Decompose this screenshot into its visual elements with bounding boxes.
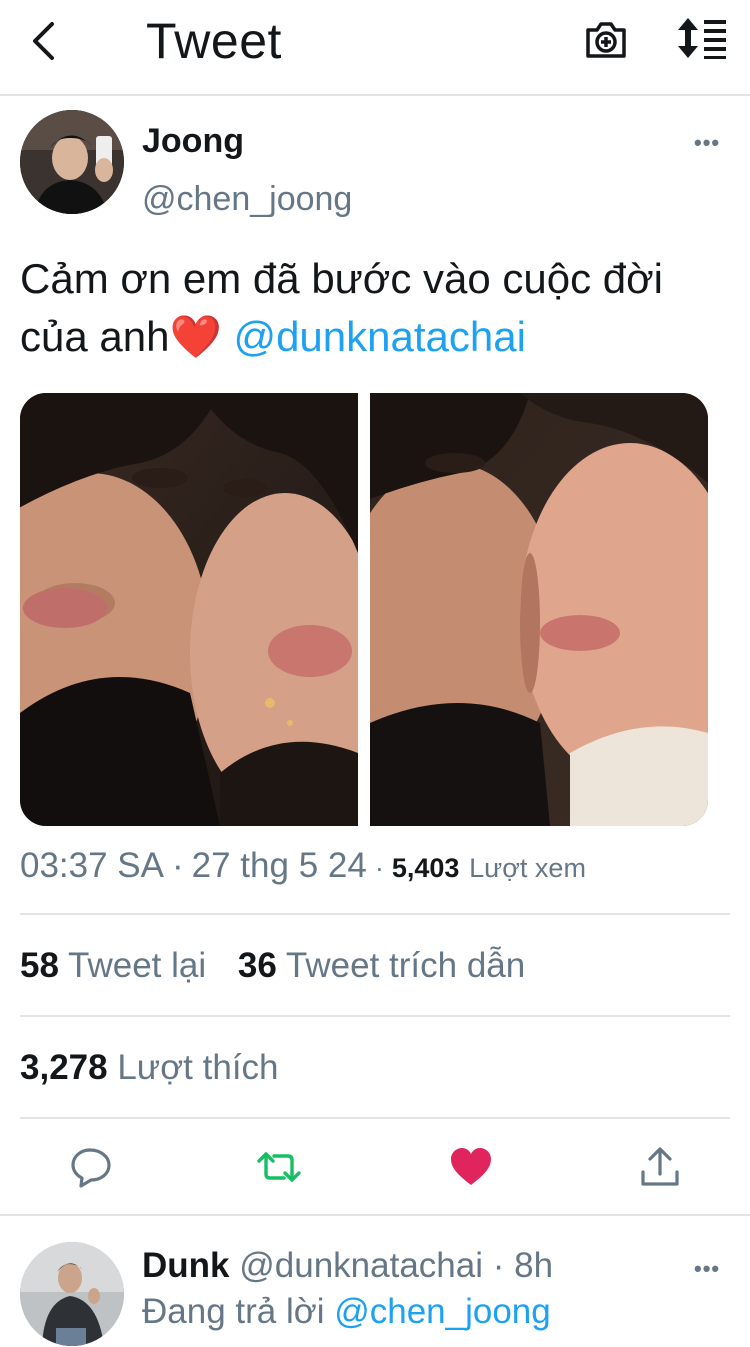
replying-to-line: Đang trả lời @chen_joong xyxy=(142,1292,551,1332)
like-button[interactable] xyxy=(448,1144,494,1190)
quotes-count: 36 xyxy=(237,946,277,985)
meta-separator-1: · xyxy=(172,846,184,885)
reply-separator: · xyxy=(492,1246,505,1285)
avatar-photo xyxy=(20,110,124,214)
views-label: Lượt xem xyxy=(469,853,586,883)
red-heart-emoji: ❤️ xyxy=(169,313,222,360)
retweets-count: 58 xyxy=(20,946,59,985)
tweet-meta: 03:37 SA · 27 thg 5 24 · 5,403 Lượt xem xyxy=(20,846,586,886)
meta-separator-2: · xyxy=(374,853,384,883)
reply-age: 8h xyxy=(514,1246,554,1285)
reply-bubble-icon xyxy=(71,1148,111,1188)
share-icon xyxy=(641,1147,679,1186)
tweet-photo-1[interactable] xyxy=(20,393,358,826)
sort-button[interactable] xyxy=(676,16,728,60)
top-bar: Tweet xyxy=(0,0,750,96)
likes-count: 3,278 xyxy=(20,1048,108,1087)
reply-header: Dunk @dunknatachai · 8h xyxy=(142,1246,553,1286)
author-handle[interactable]: @chen_joong xyxy=(142,180,352,219)
photo-1-image xyxy=(20,393,358,826)
tweet-photo-2[interactable] xyxy=(370,393,708,826)
tweet-text: Cảm ơn em đã bước vào cuộc đời của anh❤️… xyxy=(20,250,720,366)
reply-author-avatar[interactable] xyxy=(20,1242,124,1346)
replying-to-mention[interactable]: @chen_joong xyxy=(334,1292,551,1331)
retweet-button[interactable] xyxy=(256,1144,302,1190)
photo-2-image xyxy=(370,393,708,826)
sort-lines-icon xyxy=(678,18,726,59)
author-avatar[interactable] xyxy=(20,110,124,214)
quotes-label: Tweet trích dẫn xyxy=(285,946,526,985)
divider xyxy=(20,913,730,915)
retweets-label: Tweet lại xyxy=(68,946,207,985)
back-button[interactable] xyxy=(22,16,68,66)
chevron-left-icon xyxy=(33,22,54,60)
reply-avatar-photo xyxy=(20,1242,124,1346)
views-count: 5,403 xyxy=(391,853,460,883)
reply-author-handle[interactable]: @dunknatachai xyxy=(239,1246,483,1285)
page-title: Tweet xyxy=(146,13,282,69)
more-options-icon[interactable]: ••• xyxy=(694,130,720,156)
replying-prefix: Đang trả lời xyxy=(142,1292,325,1331)
retweets-stat[interactable]: 58 Tweet lại xyxy=(20,946,206,985)
divider xyxy=(20,1015,730,1017)
heart-icon xyxy=(451,1148,491,1185)
camera-add-icon xyxy=(586,22,626,58)
mention-link[interactable]: @dunknatachai xyxy=(233,313,526,360)
quotes-stat[interactable]: 36 Tweet trích dẫn xyxy=(238,946,525,985)
likes-label: Lượt thích xyxy=(117,1048,279,1087)
reply-button[interactable] xyxy=(68,1144,114,1190)
divider xyxy=(20,1117,730,1119)
retweet-icon xyxy=(257,1152,301,1182)
likes-stat[interactable]: 3,278 Lượt thích xyxy=(20,1048,279,1088)
share-button[interactable] xyxy=(637,1144,683,1190)
author-name[interactable]: Joong xyxy=(142,122,244,161)
retweet-stats: 58 Tweet lại 36 Tweet trích dẫn xyxy=(20,946,525,986)
section-separator xyxy=(0,1214,750,1216)
tweet-date: 27 thg 5 24 xyxy=(191,846,367,885)
reply-more-options-icon[interactable]: ••• xyxy=(694,1256,720,1282)
tweet-time: 03:37 SA xyxy=(20,846,164,885)
camera-button[interactable] xyxy=(582,16,630,64)
reply-author-name[interactable]: Dunk xyxy=(142,1246,230,1285)
